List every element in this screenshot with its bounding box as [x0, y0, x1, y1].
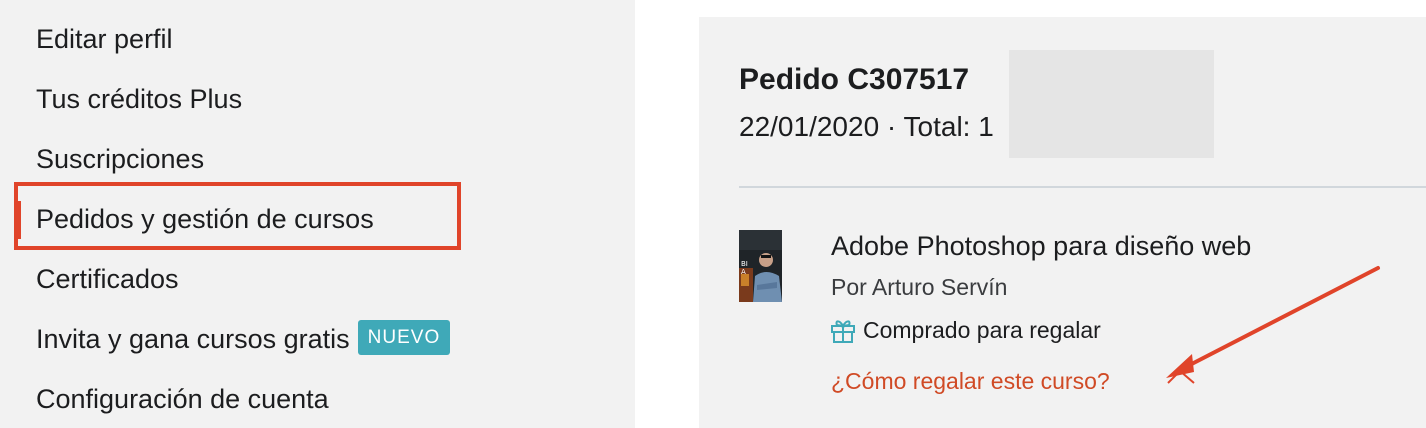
course-author: Por Arturo Servín [831, 274, 1008, 300]
annotation-highlight-box [14, 182, 461, 250]
svg-text:A: A [741, 268, 746, 276]
sidebar-item-label: Editar perfil [36, 24, 173, 54]
gift-status: Comprado para regalar [829, 315, 1101, 345]
sidebar-item-label: Invita y gana cursos gratis [36, 324, 350, 354]
account-sidebar: Editar perfil Tus créditos Plus Suscripc… [0, 0, 635, 428]
order-meta: 22/01/2020 · Total: 1 [739, 111, 994, 142]
sidebar-item-invite[interactable]: Invita y gana cursos gratis NUEVO [36, 320, 451, 358]
new-badge: NUEVO [357, 320, 451, 356]
sidebar-item-label: Configuración de cuenta [36, 384, 329, 414]
course-title[interactable]: Adobe Photoshop para diseño web [831, 229, 1251, 263]
sidebar-item-certificates[interactable]: Certificados [36, 262, 179, 296]
sidebar-item-label: Certificados [36, 264, 179, 294]
order-title: Pedido C307517 [739, 63, 970, 96]
divider [739, 186, 1426, 188]
sidebar-item-edit-profile[interactable]: Editar perfil [36, 22, 173, 56]
redaction-block [1009, 50, 1214, 158]
sidebar-item-label: Suscripciones [36, 144, 205, 174]
sidebar-item-plus-credits[interactable]: Tus créditos Plus [36, 82, 242, 116]
gift-status-label: Comprado para regalar [863, 317, 1101, 343]
sidebar-item-label: Tus créditos Plus [36, 84, 243, 114]
gift-icon [829, 316, 857, 344]
sidebar-item-account-settings[interactable]: Configuración de cuenta [36, 382, 329, 416]
svg-text:BI: BI [741, 260, 748, 268]
order-card: Pedido C307517 22/01/2020 · Total: 1 BI … [699, 17, 1426, 428]
course-thumbnail[interactable]: BI A [739, 230, 782, 302]
course-thumbnail-image: BI A [739, 230, 782, 302]
sidebar-item-subscriptions[interactable]: Suscripciones [36, 142, 204, 176]
how-to-gift-link[interactable]: ¿Cómo regalar este curso? [831, 366, 1110, 396]
